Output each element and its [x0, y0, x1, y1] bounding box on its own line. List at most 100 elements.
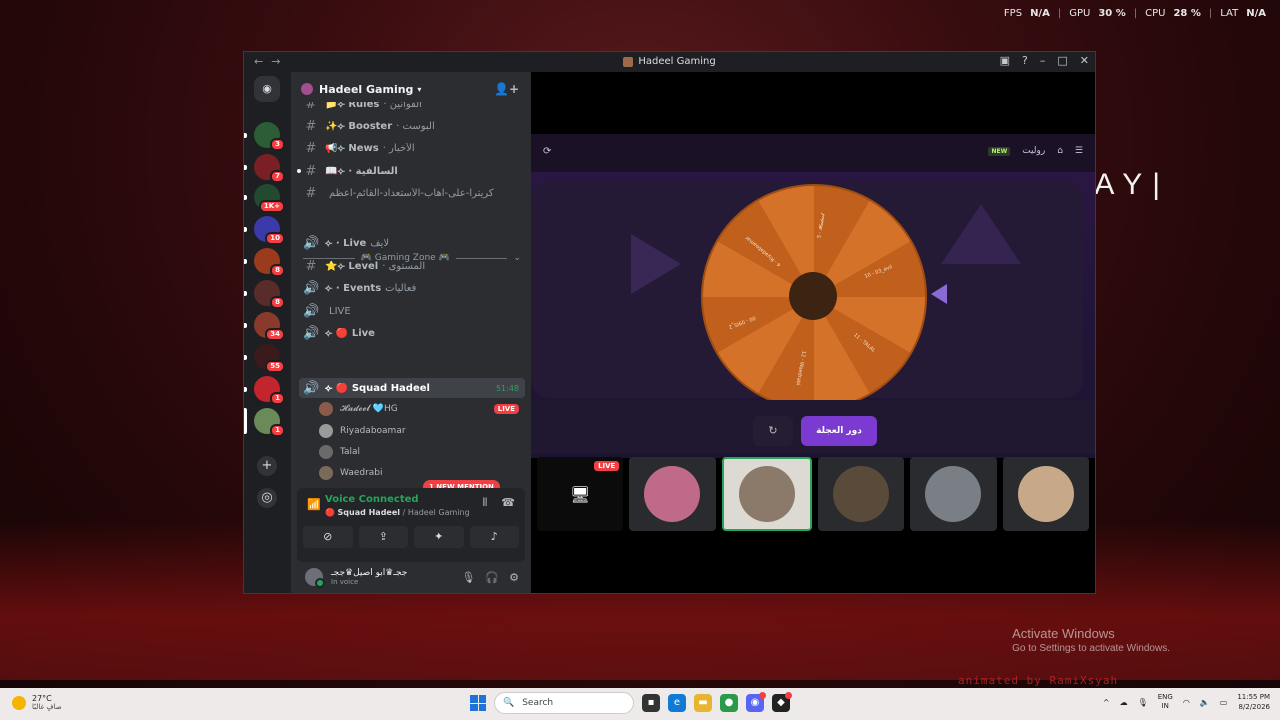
taskbar-apps: 🔍 Search ▪ e ▬ ● ◉ ◆ — [470, 692, 792, 714]
onedrive-icon[interactable]: ☁ — [1120, 698, 1128, 707]
close-icon[interactable]: ✕ — [1080, 54, 1089, 67]
menu-icon[interactable]: ☰ — [1075, 146, 1083, 156]
server-icon-7[interactable]: 55 — [244, 344, 285, 373]
mic-tray-icon[interactable]: 🎙 — [1138, 698, 1148, 707]
wifi-icon[interactable]: ◠ — [1183, 698, 1190, 707]
server-icon-0[interactable]: 3 — [244, 122, 285, 151]
activity-roulette: ⟳ NEW روليت ⌂ ☰ 10 - 03_evil 11 - TALAL 12… — [531, 134, 1095, 458]
windows-start-icon[interactable] — [470, 695, 486, 711]
help-icon[interactable]: ? — [1022, 54, 1028, 67]
camera-off-icon[interactable]: ⊘ — [303, 526, 353, 548]
invite-people-icon[interactable]: 👤+ — [494, 82, 519, 96]
chevron-up-icon[interactable]: ^ — [1103, 698, 1110, 707]
server-icon-9[interactable]: 1 — [244, 408, 285, 437]
signal-icon[interactable]: 📶 — [307, 498, 321, 511]
voice-user[interactable]: 𝓗𝓪𝓭𝓮𝓮𝓵 🩵HG LIVE — [319, 399, 525, 419]
channel-item[interactable]: 🔊 LIVE — [299, 301, 525, 321]
server-icon-5[interactable]: 8 — [244, 280, 285, 309]
reset-icon[interactable]: ↻ — [753, 416, 793, 446]
mention-badge: 7 — [270, 170, 285, 183]
spin-wheel-button[interactable]: دور العجلة — [801, 416, 877, 446]
server-icon-2[interactable]: 1K+ — [244, 184, 285, 213]
cpu-value: 28 % — [1173, 8, 1201, 19]
server-icon-4[interactable]: 8 — [244, 248, 285, 277]
volume-icon[interactable]: 🔈 — [1200, 698, 1210, 707]
mention-badge: 34 — [265, 328, 285, 341]
refresh-icon[interactable]: ⟳ — [543, 146, 551, 157]
unread-pip — [244, 165, 247, 170]
activity-topbar: ⟳ NEW روليت ⌂ ☰ — [531, 134, 1095, 172]
server-icon-8[interactable]: 1 — [244, 376, 285, 405]
participant-tile[interactable] — [910, 457, 997, 531]
server-icon-3[interactable]: 10 — [244, 216, 285, 245]
channel-item[interactable]: # ⭐⟣ Level · المستوى — [299, 256, 525, 276]
channel-subtitle: فعاليات — [385, 282, 417, 294]
channel-item[interactable]: 🔊 ⟣ · Live لايف — [299, 233, 525, 253]
noise-suppression-icon[interactable]: ⦀ — [482, 496, 487, 510]
weather-widget[interactable]: 27°C صافٍ غالبًا — [12, 694, 62, 711]
new-tag: NEW — [988, 146, 1011, 156]
unread-pip — [244, 195, 247, 200]
activity-name: روليت — [1022, 146, 1046, 156]
speaker-icon: 🔊 — [303, 303, 320, 319]
user-info[interactable]: ججـ♛ابو اصيل♛ججـ In voice — [323, 568, 407, 586]
triangle-decoration — [941, 204, 1021, 264]
avatar — [319, 402, 333, 416]
avatar[interactable] — [305, 568, 325, 588]
edge-icon[interactable]: e — [668, 694, 686, 712]
file-explorer-icon[interactable]: ▬ — [694, 694, 712, 712]
voice-status[interactable]: Voice Connected — [325, 494, 419, 505]
server-header[interactable]: Hadeel Gaming ▾ 👤+ — [291, 72, 531, 106]
participant-tile[interactable] — [721, 457, 812, 531]
stream-tile[interactable]: 🖥 LIVE — [537, 457, 624, 531]
voice-channel-squad-hadeel[interactable]: 🔊 ⟣ 🔴 Squad Hadeel 51:48 — [299, 378, 525, 398]
lang-region: IN — [1161, 702, 1169, 710]
channel-name-text: 📁⟣ Rules — [325, 102, 380, 110]
battery-icon[interactable]: ▭ — [1220, 698, 1228, 707]
disconnect-icon[interactable]: ☎ — [501, 496, 515, 510]
add-server-icon[interactable]: + — [257, 456, 277, 476]
chrome-icon[interactable]: ● — [720, 694, 738, 712]
language-indicator[interactable]: ENG IN — [1158, 693, 1173, 711]
channel-item[interactable]: # كريترا-على-اهاب-الأستعداد-القائم-اعظم — [299, 183, 525, 203]
participant-tile[interactable] — [817, 457, 905, 531]
voice-user[interactable]: Talal — [319, 442, 525, 462]
discord-home-icon[interactable]: ◉ — [254, 76, 280, 102]
participant-tile[interactable] — [629, 457, 716, 531]
channel-name-text: ⟣ · Live — [325, 237, 367, 249]
gpu-label: GPU — [1069, 8, 1091, 19]
participant-tile[interactable] — [1002, 457, 1089, 531]
discord-taskbar-icon[interactable]: ◉ — [746, 692, 766, 712]
headphones-icon[interactable]: 🎧 — [485, 571, 499, 584]
discover-icon[interactable]: ◎ — [257, 488, 277, 508]
cpu-label: CPU — [1145, 8, 1166, 19]
server-icon-1[interactable]: 7 — [244, 154, 285, 183]
server-icon-6[interactable]: 34 — [244, 312, 285, 341]
minimize-icon[interactable]: – — [1040, 54, 1046, 67]
channel-item[interactable]: # 📖⟣ · السالفية — [297, 161, 525, 181]
clock[interactable]: 11:55 PM 8/2/2026 — [1237, 692, 1270, 712]
microphone-icon[interactable]: 🎙 — [461, 571, 475, 584]
activities-icon[interactable]: ✦ — [414, 526, 464, 548]
channel-item[interactable]: # 📢⟣ News · الأخبار — [299, 138, 525, 158]
channel-item[interactable]: 🔊 ⟣ 🔴 Live — [299, 323, 525, 343]
steelseries-icon[interactable]: ◆ — [772, 692, 792, 712]
inbox-icon[interactable]: ▣ — [1000, 54, 1010, 67]
voice-location: 🔴 Squad Hadeel / Hadeel Gaming — [325, 508, 470, 517]
voice-user-name: Waedrabi — [340, 468, 383, 478]
home-icon[interactable]: ⌂ — [1057, 146, 1063, 156]
channel-item[interactable]: # 📁⟣ Rules · القوانين — [299, 102, 525, 114]
avatar — [738, 466, 795, 522]
screen-share-icon[interactable]: ⇪ — [358, 526, 408, 548]
channel-list: # 📁⟣ Rules · القوانين # ✨⟣ Booster · البوست # 📢… — [291, 102, 531, 486]
settings-gear-icon[interactable]: ⚙ — [509, 571, 519, 584]
channel-name: ⟣ · Events فعاليات — [325, 283, 416, 294]
username: ججـ♛ابو اصيل♛ججـ — [331, 568, 408, 578]
maximize-icon[interactable]: □ — [1057, 54, 1067, 67]
channel-item[interactable]: # ✨⟣ Booster · البوست — [299, 116, 525, 136]
task-view-icon[interactable]: ▪ — [642, 694, 660, 712]
voice-user[interactable]: Riyadaboamar — [319, 421, 525, 441]
taskbar-search[interactable]: 🔍 Search — [494, 692, 634, 714]
soundboard-icon[interactable]: ♪ — [469, 526, 519, 548]
channel-item[interactable]: 🔊 ⟣ · Events فعاليات — [299, 278, 525, 298]
